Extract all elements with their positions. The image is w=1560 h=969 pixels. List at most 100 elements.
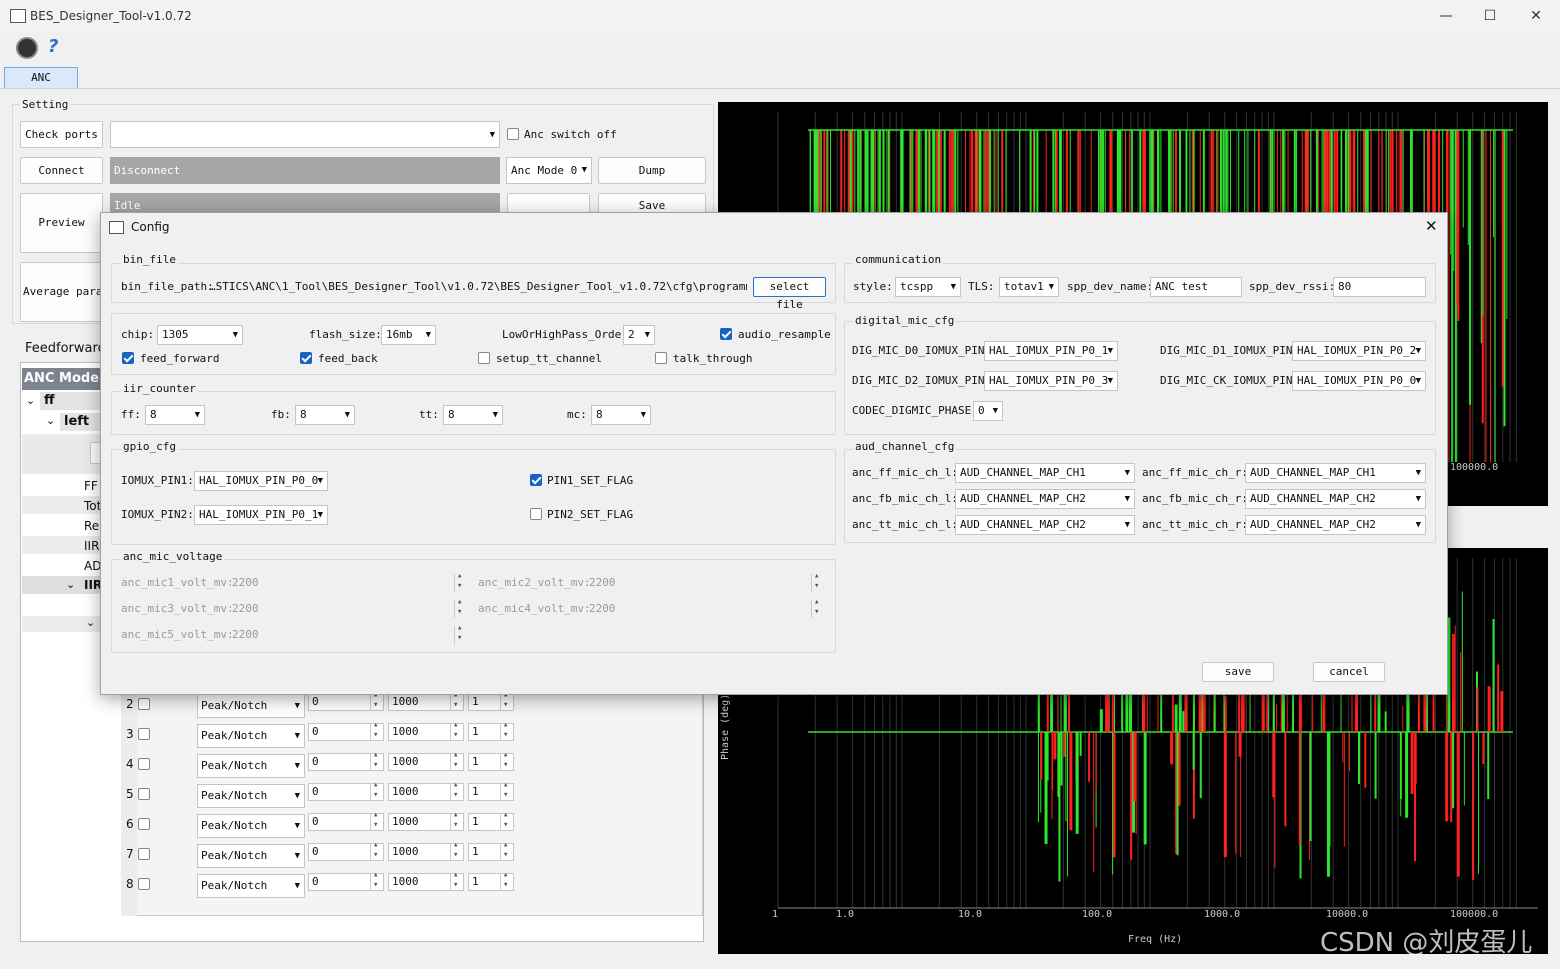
save-button[interactable]: Save <box>598 193 706 213</box>
tab-anc[interactable]: ANC <box>4 67 78 89</box>
mic1-volt-value[interactable]: 2200 <box>232 576 259 589</box>
expand-chevron-icon[interactable]: ⌄ <box>46 414 55 427</box>
filter-row-checkbox[interactable] <box>138 878 150 890</box>
ff-mic-ch-l-select[interactable]: AUD_CHANNEL_MAP_CH1 ▼ <box>955 463 1135 483</box>
iomux-pin1-select[interactable]: HAL_IOMUX_PIN_P0_0 ▼ <box>194 471 328 491</box>
feed-back-checkbox[interactable] <box>300 352 312 364</box>
filter-row-checkbox[interactable] <box>138 698 150 710</box>
blank-button[interactable] <box>507 193 590 213</box>
iir-mc-select[interactable]: 8 ▼ <box>591 405 651 425</box>
filter-type-select[interactable]: Peak/Notch ▼ <box>197 844 305 868</box>
tree-node-ff[interactable]: ff <box>40 392 100 410</box>
feed-forward-checkbox[interactable] <box>122 352 134 364</box>
tt-mic-ch-l-select[interactable]: AUD_CHANNEL_MAP_CH2 ▼ <box>955 515 1135 535</box>
filter-gain-stepper[interactable] <box>370 690 383 711</box>
filter-freq-stepper[interactable] <box>450 840 463 861</box>
filter-row-checkbox[interactable] <box>138 728 150 740</box>
filter-gain-stepper[interactable] <box>370 720 383 741</box>
filter-gain-stepper[interactable] <box>370 780 383 801</box>
filter-freq-stepper[interactable] <box>450 780 463 801</box>
filter-q-stepper[interactable] <box>500 750 513 771</box>
filter-q-stepper[interactable] <box>500 690 513 711</box>
filter-q-stepper[interactable] <box>500 870 513 891</box>
mic3-volt-value[interactable]: 2200 <box>232 602 259 615</box>
talk-through-checkbox[interactable] <box>655 352 667 364</box>
order-select[interactable]: 2 ▼ <box>623 325 655 345</box>
dig-mic-d2-select[interactable]: HAL_IOMUX_PIN_P0_3 ▼ <box>984 371 1118 391</box>
filter-gain-stepper[interactable] <box>370 840 383 861</box>
connect-button[interactable]: Connect <box>20 157 103 184</box>
feedforward-tab[interactable]: Feedforward <box>25 341 106 356</box>
filter-q-stepper[interactable] <box>500 840 513 861</box>
port-select[interactable]: ▼ <box>110 121 500 148</box>
audio-resample-checkbox[interactable] <box>720 328 732 340</box>
filter-type-select[interactable]: Peak/Notch ▼ <box>197 814 305 838</box>
average-param-button[interactable]: Average param <box>20 262 103 322</box>
tree-node-left[interactable]: left <box>60 413 100 431</box>
filter-freq-stepper[interactable] <box>450 750 463 771</box>
anc-switch-off-checkbox[interactable] <box>507 128 519 140</box>
tt-mic-ch-r-select[interactable]: AUD_CHANNEL_MAP_CH2 ▼ <box>1245 515 1426 535</box>
tls-select[interactable]: totav1 ▼ <box>999 277 1059 297</box>
dig-mic-d0-select[interactable]: HAL_IOMUX_PIN_P0_1 ▼ <box>984 341 1118 361</box>
iir-ff-select[interactable]: 8 ▼ <box>145 405 205 425</box>
mic4-volt-value[interactable]: 2200 <box>589 602 616 615</box>
filter-type-select[interactable]: Peak/Notch ▼ <box>197 754 305 778</box>
maximize-icon[interactable]: ☐ <box>1478 5 1502 27</box>
filter-row-checkbox[interactable] <box>138 848 150 860</box>
check-ports-button[interactable]: Check ports <box>20 121 103 148</box>
filter-gain-stepper[interactable] <box>370 870 383 891</box>
filter-q-stepper[interactable] <box>500 780 513 801</box>
iomux-pin2-select[interactable]: HAL_IOMUX_PIN_P0_1 ▼ <box>194 505 328 525</box>
filter-type-select[interactable]: Peak/Notch ▼ <box>197 784 305 808</box>
close-icon[interactable]: ✕ <box>1524 5 1548 27</box>
help-icon[interactable]: ? <box>48 36 58 57</box>
style-select[interactable]: tcspp ▼ <box>895 277 961 297</box>
fb-mic-ch-r-select[interactable]: AUD_CHANNEL_MAP_CH2 ▼ <box>1245 489 1426 509</box>
dig-mic-ck-select[interactable]: HAL_IOMUX_PIN_P0_0 ▼ <box>1292 371 1426 391</box>
mic4-volt-stepper[interactable] <box>811 597 824 618</box>
chip-select[interactable]: 1305 ▼ <box>157 325 243 345</box>
mic2-volt-stepper[interactable] <box>811 571 824 592</box>
filter-q-stepper[interactable] <box>500 810 513 831</box>
expand-chevron-icon[interactable]: ⌄ <box>66 578 75 591</box>
mic2-volt-value[interactable]: 2200 <box>589 576 616 589</box>
iir-tt-select[interactable]: 8 ▼ <box>443 405 503 425</box>
pin2-set-flag-checkbox[interactable] <box>530 508 542 520</box>
dump-button[interactable]: Dump <box>598 157 706 184</box>
filter-type-select[interactable]: Peak/Notch ▼ <box>197 694 305 718</box>
filter-freq-stepper[interactable] <box>450 720 463 741</box>
filter-row-checkbox[interactable] <box>138 818 150 830</box>
settings-gear-icon[interactable] <box>16 37 38 59</box>
filter-gain-stepper[interactable] <box>370 810 383 831</box>
pin1-set-flag-checkbox[interactable] <box>530 474 542 486</box>
mic3-volt-stepper[interactable] <box>454 597 467 618</box>
expand-chevron-icon[interactable]: ⌄ <box>26 394 35 407</box>
spp-dev-name-input[interactable]: ANC test <box>1150 277 1242 297</box>
filter-type-select[interactable]: Peak/Notch ▼ <box>197 874 305 898</box>
codec-digmic-phase-select[interactable]: 0 ▼ <box>973 401 1003 421</box>
filter-freq-stepper[interactable] <box>450 870 463 891</box>
filter-row-checkbox[interactable] <box>138 758 150 770</box>
expand-chevron-icon[interactable]: ⌄ <box>86 616 95 629</box>
dig-mic-d1-select[interactable]: HAL_IOMUX_PIN_P0_2 ▼ <box>1292 341 1426 361</box>
select-file-button[interactable]: select file <box>753 277 826 311</box>
dialog-save-button[interactable]: save <box>1202 662 1274 682</box>
filter-row-checkbox[interactable] <box>138 788 150 800</box>
ff-mic-ch-r-select[interactable]: AUD_CHANNEL_MAP_CH1 ▼ <box>1245 463 1426 483</box>
preview-button[interactable]: Preview <box>20 193 103 253</box>
flash-size-select[interactable]: 16mb ▼ <box>381 325 436 345</box>
minimize-icon[interactable]: — <box>1434 5 1458 27</box>
filter-q-stepper[interactable] <box>500 720 513 741</box>
setup-tt-channel-checkbox[interactable] <box>478 352 490 364</box>
filter-gain-stepper[interactable] <box>370 750 383 771</box>
filter-freq-stepper[interactable] <box>450 810 463 831</box>
mic5-volt-value[interactable]: 2200 <box>232 628 259 641</box>
filter-type-select[interactable]: Peak/Notch ▼ <box>197 724 305 748</box>
dialog-close-icon[interactable]: ✕ <box>1425 217 1438 235</box>
anc-mode-select[interactable]: Anc Mode 0 ▼ <box>506 157 592 184</box>
mic1-volt-stepper[interactable] <box>454 571 467 592</box>
iir-fb-select[interactable]: 8 ▼ <box>295 405 355 425</box>
mic5-volt-stepper[interactable] <box>454 623 467 644</box>
dialog-cancel-button[interactable]: cancel <box>1313 662 1385 682</box>
